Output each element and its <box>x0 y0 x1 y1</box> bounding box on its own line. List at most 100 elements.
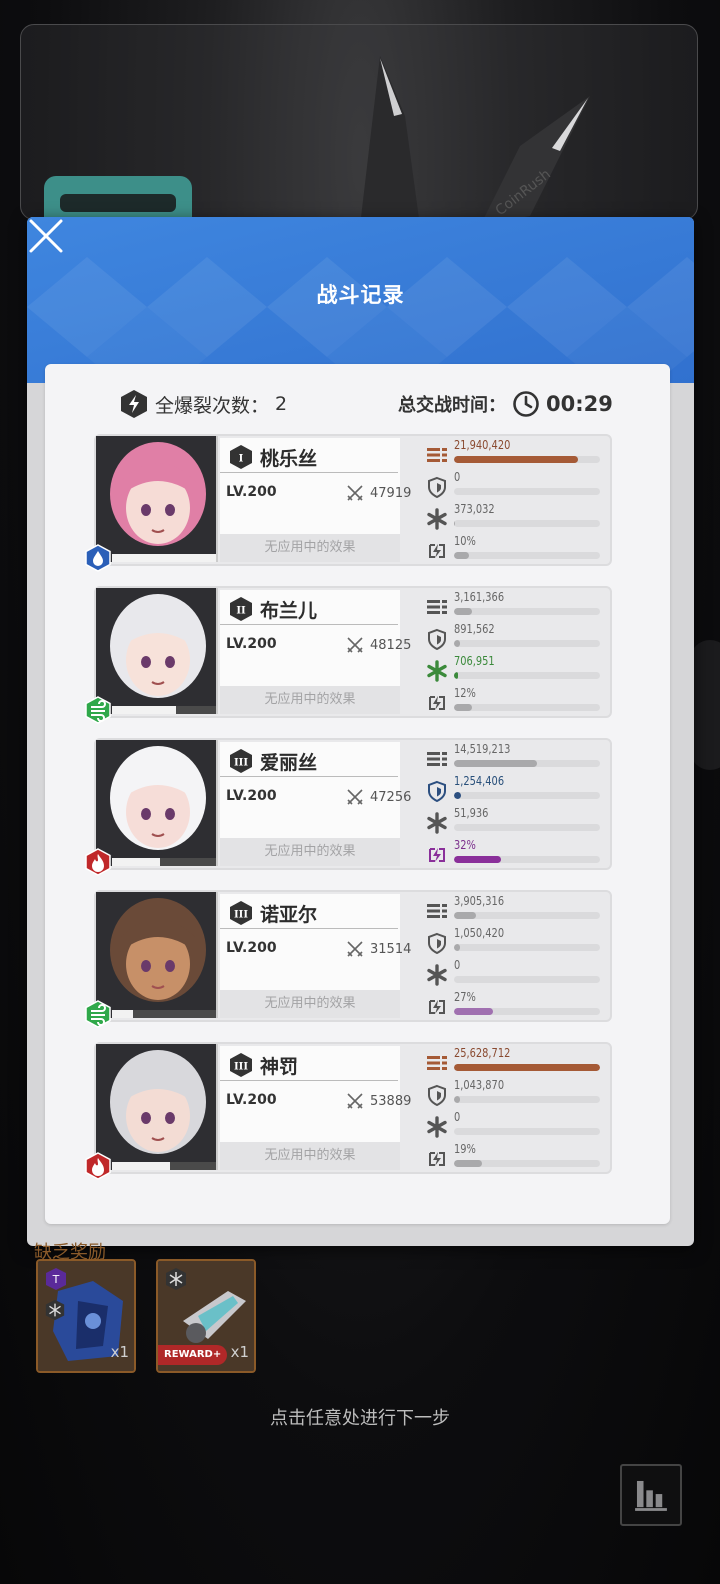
combat-power-value: 53889 <box>370 1093 412 1109</box>
combat-power: 47256 <box>346 788 411 806</box>
record-panel: 全爆裂次数： 2 总交战时间： 00:29 I 桃乐丝 LV.200 47919… <box>45 364 670 1224</box>
crossed-swords-icon <box>347 637 363 653</box>
character-level: LV.200 <box>226 484 277 500</box>
element-wind-icon <box>85 696 111 724</box>
dialog-title: 战斗记录 <box>316 283 405 307</box>
character-name: 布兰儿 <box>260 600 318 622</box>
heal-value: 0 <box>454 958 461 972</box>
svg-text:I: I <box>239 454 244 465</box>
character-portrait <box>96 588 218 714</box>
character-level: LV.200 <box>226 636 277 652</box>
divider <box>220 472 398 473</box>
divider <box>220 928 398 929</box>
character-portrait <box>96 740 218 866</box>
battle-record-dialog: 战斗记录 全爆裂次数： 2 总交战时间： 00:29 I 桃乐丝 LV.200 … <box>27 217 694 1246</box>
shield-stat: 0 <box>426 470 606 500</box>
statistics-button[interactable] <box>620 1464 682 1526</box>
character-portrait <box>96 892 218 1018</box>
continue-hint[interactable]: 点击任意处进行下一步 <box>0 1404 720 1430</box>
svg-text:III: III <box>234 910 248 921</box>
shield-icon <box>428 628 446 650</box>
burst-gauge-icon <box>429 848 445 862</box>
element-fire-icon <box>85 1152 111 1180</box>
svg-text:III: III <box>234 758 248 769</box>
damage-value: 3,161,366 <box>454 590 505 604</box>
character-row[interactable]: II 布兰儿 LV.200 48125 无应用中的效果 3,161,366 89… <box>85 586 612 724</box>
battle-result-screen[interactable]: CoinRush 战斗记录 全爆裂次数： 2 总交战时间： 00:29 I 桃乐… <box>0 0 720 1584</box>
class-badge-icon <box>45 1299 65 1321</box>
burst-stage-icon: III <box>230 1053 252 1077</box>
damage-icon <box>427 600 447 614</box>
character-portrait <box>96 436 218 562</box>
hp-bar <box>112 554 216 562</box>
hp-bar <box>112 1162 216 1170</box>
background-element <box>690 640 720 770</box>
shield-value: 1,254,406 <box>454 774 505 788</box>
background-character-ears: CoinRush <box>360 56 590 226</box>
element-wind-icon <box>85 1000 111 1028</box>
burst-gen-stat: 12% <box>426 686 606 716</box>
heal-stat: 0 <box>426 958 606 988</box>
damage-stat: 3,905,316 <box>426 894 606 924</box>
hp-bar <box>112 858 216 866</box>
hp-bar <box>112 1010 216 1018</box>
burst-gauge-icon <box>429 1000 445 1014</box>
no-active-effects: 无应用中的效果 <box>220 838 400 866</box>
no-active-effects: 无应用中的效果 <box>220 1142 400 1170</box>
combat-power-value: 48125 <box>370 637 412 653</box>
shield-icon <box>428 932 446 954</box>
damage-value: 25,628,712 <box>454 1046 511 1060</box>
character-stats: 3,161,366 891,562 706,951 12% <box>426 590 606 716</box>
character-info: III 爱丽丝 LV.200 47256 无应用中的效果 <box>220 742 411 866</box>
burst-gauge-icon <box>429 1152 445 1166</box>
shield-value: 1,050,420 <box>454 926 505 940</box>
bar-chart-icon <box>635 1480 667 1511</box>
heal-value: 706,951 <box>454 654 495 668</box>
reward-plus-tag: REWARD+ <box>158 1345 228 1365</box>
character-row[interactable]: I 桃乐丝 LV.200 47919 无应用中的效果 21,940,420 0 … <box>85 434 612 572</box>
combat-power-value: 47256 <box>370 789 412 805</box>
character-row[interactable]: III 神罚 LV.200 53889 无应用中的效果 25,628,712 1… <box>85 1042 612 1180</box>
total-battle-time: 总交战时间： 00:29 <box>398 389 613 419</box>
damage-stat: 25,628,712 <box>426 1046 606 1076</box>
crossed-swords-icon <box>347 941 363 957</box>
reward-item-1[interactable]: T x1 <box>36 1259 136 1373</box>
dialog-header: 战斗记录 <box>27 217 694 383</box>
battle-time-value: 00:29 <box>546 392 613 416</box>
no-active-effects: 无应用中的效果 <box>220 534 400 562</box>
character-stats: 14,519,213 1,254,406 51,936 32% <box>426 742 606 868</box>
full-burst-label: 全爆裂次数： <box>155 394 270 417</box>
burst-stage-icon: I <box>230 445 252 469</box>
shield-icon <box>428 1084 446 1106</box>
burst-gen-stat: 32% <box>426 838 606 868</box>
character-row[interactable]: III 爱丽丝 LV.200 47256 无应用中的效果 14,519,213 … <box>85 738 612 876</box>
character-row[interactable]: III 诺亚尔 LV.200 31514 无应用中的效果 3,905,316 1… <box>85 890 612 1028</box>
reward-item-2[interactable]: REWARD+ x1 <box>156 1259 256 1373</box>
shield-stat: 1,254,406 <box>426 774 606 804</box>
rarity-badge-icon: T <box>46 1268 66 1290</box>
shield-icon <box>428 476 446 498</box>
character-name: 神罚 <box>260 1056 299 1078</box>
heal-asterisk-icon <box>427 964 447 986</box>
burst-gen-stat: 19% <box>426 1142 606 1172</box>
burst-stage-icon: III <box>230 749 252 773</box>
close-icon[interactable] <box>27 217 65 255</box>
damage-value: 21,940,420 <box>454 438 511 452</box>
burst-stage-icon: III <box>230 901 252 925</box>
damage-stat: 3,161,366 <box>426 590 606 620</box>
reward-qty-2: x1 <box>230 1343 249 1361</box>
svg-text:III: III <box>234 1062 248 1073</box>
shield-stat: 1,043,870 <box>426 1078 606 1108</box>
character-level: LV.200 <box>226 788 277 804</box>
damage-value: 3,905,316 <box>454 894 505 908</box>
damage-stat: 14,519,213 <box>426 742 606 772</box>
heal-asterisk-icon <box>427 660 447 682</box>
damage-icon <box>427 752 447 766</box>
character-stats: 21,940,420 0 373,032 10% <box>426 438 606 564</box>
no-active-effects: 无应用中的效果 <box>220 990 400 1018</box>
burst-gen-value: 27% <box>454 990 476 1004</box>
heal-value: 51,936 <box>454 806 489 820</box>
full-burst-count: 全爆裂次数： 2 <box>119 389 287 419</box>
damage-icon <box>427 904 447 918</box>
divider <box>220 624 398 625</box>
